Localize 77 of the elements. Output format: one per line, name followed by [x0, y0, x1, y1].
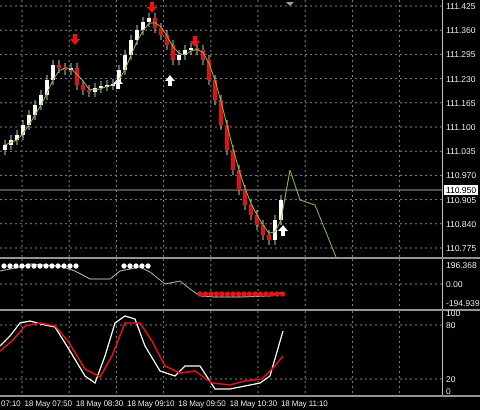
candlestick — [261, 220, 265, 240]
stochastic-axis-label: 80 — [446, 320, 456, 330]
price-label: 111.295 — [446, 49, 476, 60]
candlestick — [147, 12, 151, 28]
time-label: 18 May 10:30 — [230, 398, 277, 408]
candlestick — [189, 42, 193, 56]
candlestick — [153, 12, 157, 34]
price-label: 110.775 — [446, 243, 476, 253]
candlestick — [93, 82, 97, 98]
up-arrow-icon — [278, 225, 288, 236]
candlestick — [231, 144, 235, 176]
candlestick — [51, 60, 55, 86]
candlestick — [243, 184, 247, 210]
up-arrow-icon — [113, 78, 123, 89]
oscillator-axis-label: 196.368 — [446, 260, 477, 270]
candlestick — [39, 90, 43, 110]
candlestick — [9, 134, 13, 150]
stochastic-axis-label: 20 — [446, 374, 456, 384]
candlestick — [273, 214, 277, 246]
price-label: 111.360 — [446, 25, 476, 36]
oscillator-axis-label: 0.00 — [446, 279, 463, 289]
price-label: 111.230 — [446, 74, 476, 84]
candlestick — [165, 30, 169, 50]
price-label: 111.100 — [446, 122, 476, 132]
price-label: 110.840 — [446, 218, 476, 229]
current-price-label: 110.950 — [444, 185, 478, 195]
candlestick — [21, 120, 25, 140]
price-label: 111.425 — [446, 1, 476, 11]
stochastic-axis-label: 100 — [446, 308, 460, 318]
candlestick — [255, 210, 259, 230]
candlestick — [225, 120, 229, 156]
candlestick — [33, 100, 37, 120]
price-label: 110.970 — [446, 170, 476, 180]
time-label: 18 May 09:50 — [178, 398, 226, 408]
shift-marker-icon — [286, 2, 294, 6]
candlestick — [69, 62, 73, 76]
candlestick — [249, 200, 253, 220]
candlestick — [171, 40, 175, 66]
time-label: 18 May 11:10 — [280, 398, 328, 408]
candlestick — [57, 60, 61, 74]
time-label: 07:10 — [1, 398, 21, 408]
candlestick — [15, 130, 19, 146]
stochastic-axis-label: 0 — [446, 386, 451, 396]
oscillator-axis-label: -194.939 — [446, 298, 480, 308]
down-arrow-icon — [70, 34, 80, 45]
up-arrow-icon — [165, 75, 175, 86]
candlestick — [63, 62, 67, 76]
candlestick — [213, 74, 217, 106]
candlestick — [135, 24, 139, 46]
candlestick — [99, 80, 103, 94]
candlestick — [201, 44, 205, 66]
down-arrow-icon — [147, 2, 157, 13]
time-label: 18 May 07:50 — [24, 398, 72, 408]
price-label: 110.905 — [446, 194, 476, 205]
time-label: 18 May 08:30 — [76, 398, 124, 408]
candlestick — [141, 16, 145, 36]
candlestick — [3, 140, 7, 156]
candlestick — [237, 164, 241, 196]
candlestick — [279, 194, 283, 226]
candlestick — [219, 94, 223, 130]
price-label: 111.035 — [446, 146, 476, 156]
time-label: 18 May 09:10 — [127, 398, 174, 408]
candlestick — [105, 80, 109, 92]
down-arrow-icon — [190, 36, 200, 47]
candlestick — [183, 44, 187, 60]
candlestick — [81, 80, 85, 96]
candlestick — [27, 110, 31, 130]
candlestick — [75, 62, 79, 90]
candlestick — [87, 84, 91, 98]
candlestick — [45, 74, 49, 100]
price-label: 111.165 — [446, 98, 476, 108]
candlestick — [177, 50, 181, 66]
candlestick — [159, 22, 163, 40]
candlestick — [123, 50, 127, 76]
candlestick — [129, 34, 133, 60]
candlestick — [267, 230, 271, 246]
candlestick — [207, 54, 211, 86]
